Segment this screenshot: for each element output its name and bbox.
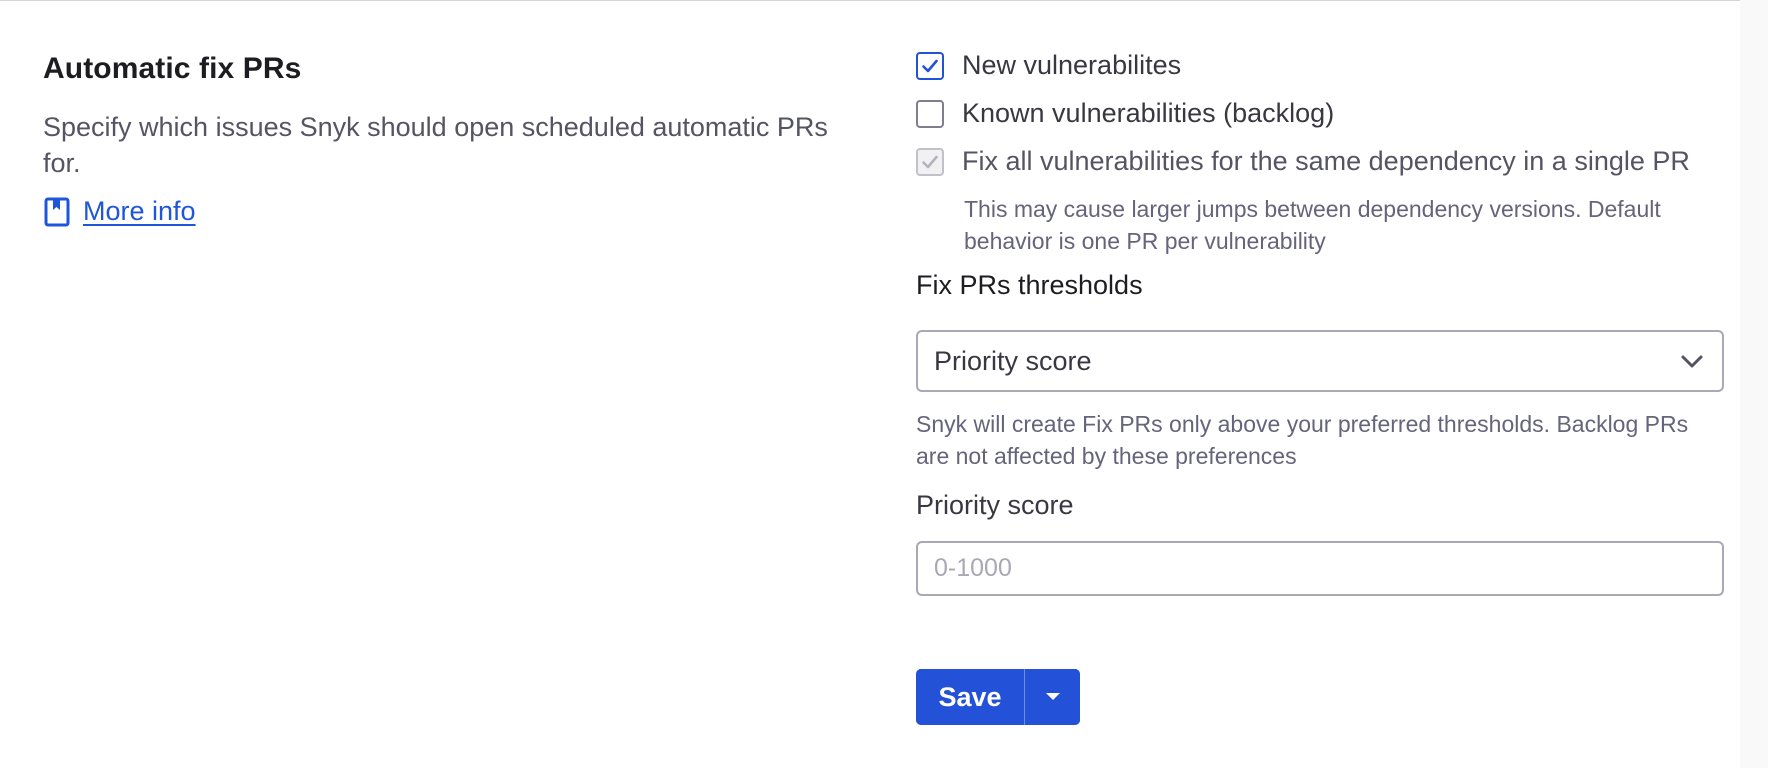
- new-vulnerabilities-label: New vulnerabilites: [962, 50, 1182, 80]
- top-divider: [0, 0, 1768, 1]
- caret-down-icon: [1045, 693, 1060, 700]
- more-info-link[interactable]: More info: [43, 196, 196, 227]
- settings-page: Automatic fix PRs Specify which issues S…: [0, 0, 1768, 768]
- known-vulnerabilities-label: Known vulnerabilities (backlog): [962, 98, 1335, 128]
- priority-score-input[interactable]: [916, 541, 1724, 596]
- new-vulnerabilities-checkbox[interactable]: [916, 51, 944, 80]
- save-options-button[interactable]: [1025, 669, 1080, 725]
- single-pr-hint: This may cause larger jumps between depe…: [964, 196, 1661, 254]
- single-pr-checkbox: [916, 147, 944, 176]
- fix-prs-thresholds-label: Fix PRs thresholds: [916, 270, 1143, 300]
- option-known-vulnerabilities[interactable]: Known vulnerabilities (backlog): [916, 98, 1334, 129]
- checkmark-icon: [922, 155, 938, 168]
- checkmark-icon: [922, 59, 938, 72]
- priority-score-label: Priority score: [916, 490, 1074, 520]
- option-new-vulnerabilities[interactable]: New vulnerabilites: [916, 50, 1181, 81]
- chevron-down-icon: [1678, 347, 1706, 375]
- option-single-pr-per-dependency: Fix all vulnerabilities for the same dep…: [916, 146, 1690, 177]
- book-icon: [43, 197, 71, 227]
- thresholds-help-text: Snyk will create Fix PRs only above your…: [916, 411, 1689, 469]
- more-info-label[interactable]: More info: [83, 196, 196, 227]
- single-pr-label: Fix all vulnerabilities for the same dep…: [962, 146, 1690, 176]
- thresholds-select-value: Priority score: [934, 345, 1092, 376]
- section-title: Automatic fix PRs: [43, 52, 302, 85]
- save-split-button: Save: [916, 669, 1080, 725]
- known-vulnerabilities-checkbox[interactable]: [916, 99, 944, 128]
- section-description: Specify which issues Snyk should open sc…: [43, 112, 828, 178]
- save-button[interactable]: Save: [916, 669, 1024, 725]
- right-gutter: [1740, 0, 1768, 768]
- thresholds-select[interactable]: Priority score: [916, 330, 1724, 392]
